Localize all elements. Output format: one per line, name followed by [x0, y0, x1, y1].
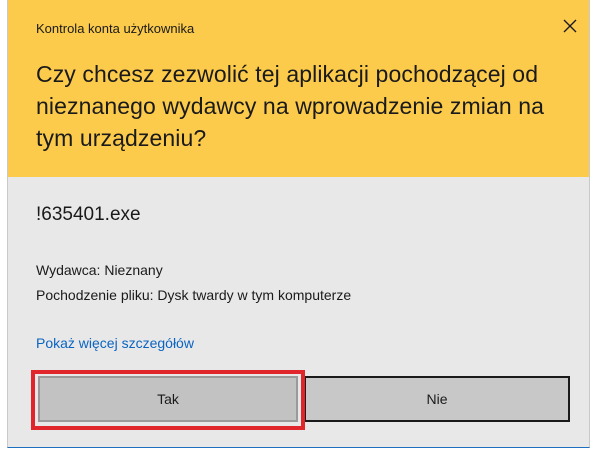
yes-button[interactable]: Tak	[38, 376, 298, 422]
publisher-info: Wydawca: Nieznany	[36, 262, 163, 278]
close-icon	[563, 19, 577, 38]
dialog-body: !635401.exe Wydawca: Nieznany Pochodzeni…	[8, 177, 589, 447]
uac-dialog: Kontrola konta użytkownika Czy chcesz ze…	[7, 0, 590, 448]
yes-button-label: Tak	[157, 391, 179, 407]
no-button[interactable]: Nie	[304, 376, 570, 422]
dialog-header: Kontrola konta użytkownika Czy chcesz ze…	[8, 0, 589, 177]
close-button[interactable]	[557, 15, 583, 41]
window-title: Kontrola konta użytkownika	[36, 21, 195, 36]
consent-question: Czy chcesz zezwolić tej aplikacji pochod…	[36, 61, 545, 151]
file-origin-info: Pochodzenie pliku: Dysk twardy w tym kom…	[36, 287, 352, 303]
show-more-details-link[interactable]: Pokaż więcej szczegółów	[36, 335, 194, 351]
program-name: !635401.exe	[36, 204, 141, 225]
no-button-label: Nie	[426, 391, 448, 407]
